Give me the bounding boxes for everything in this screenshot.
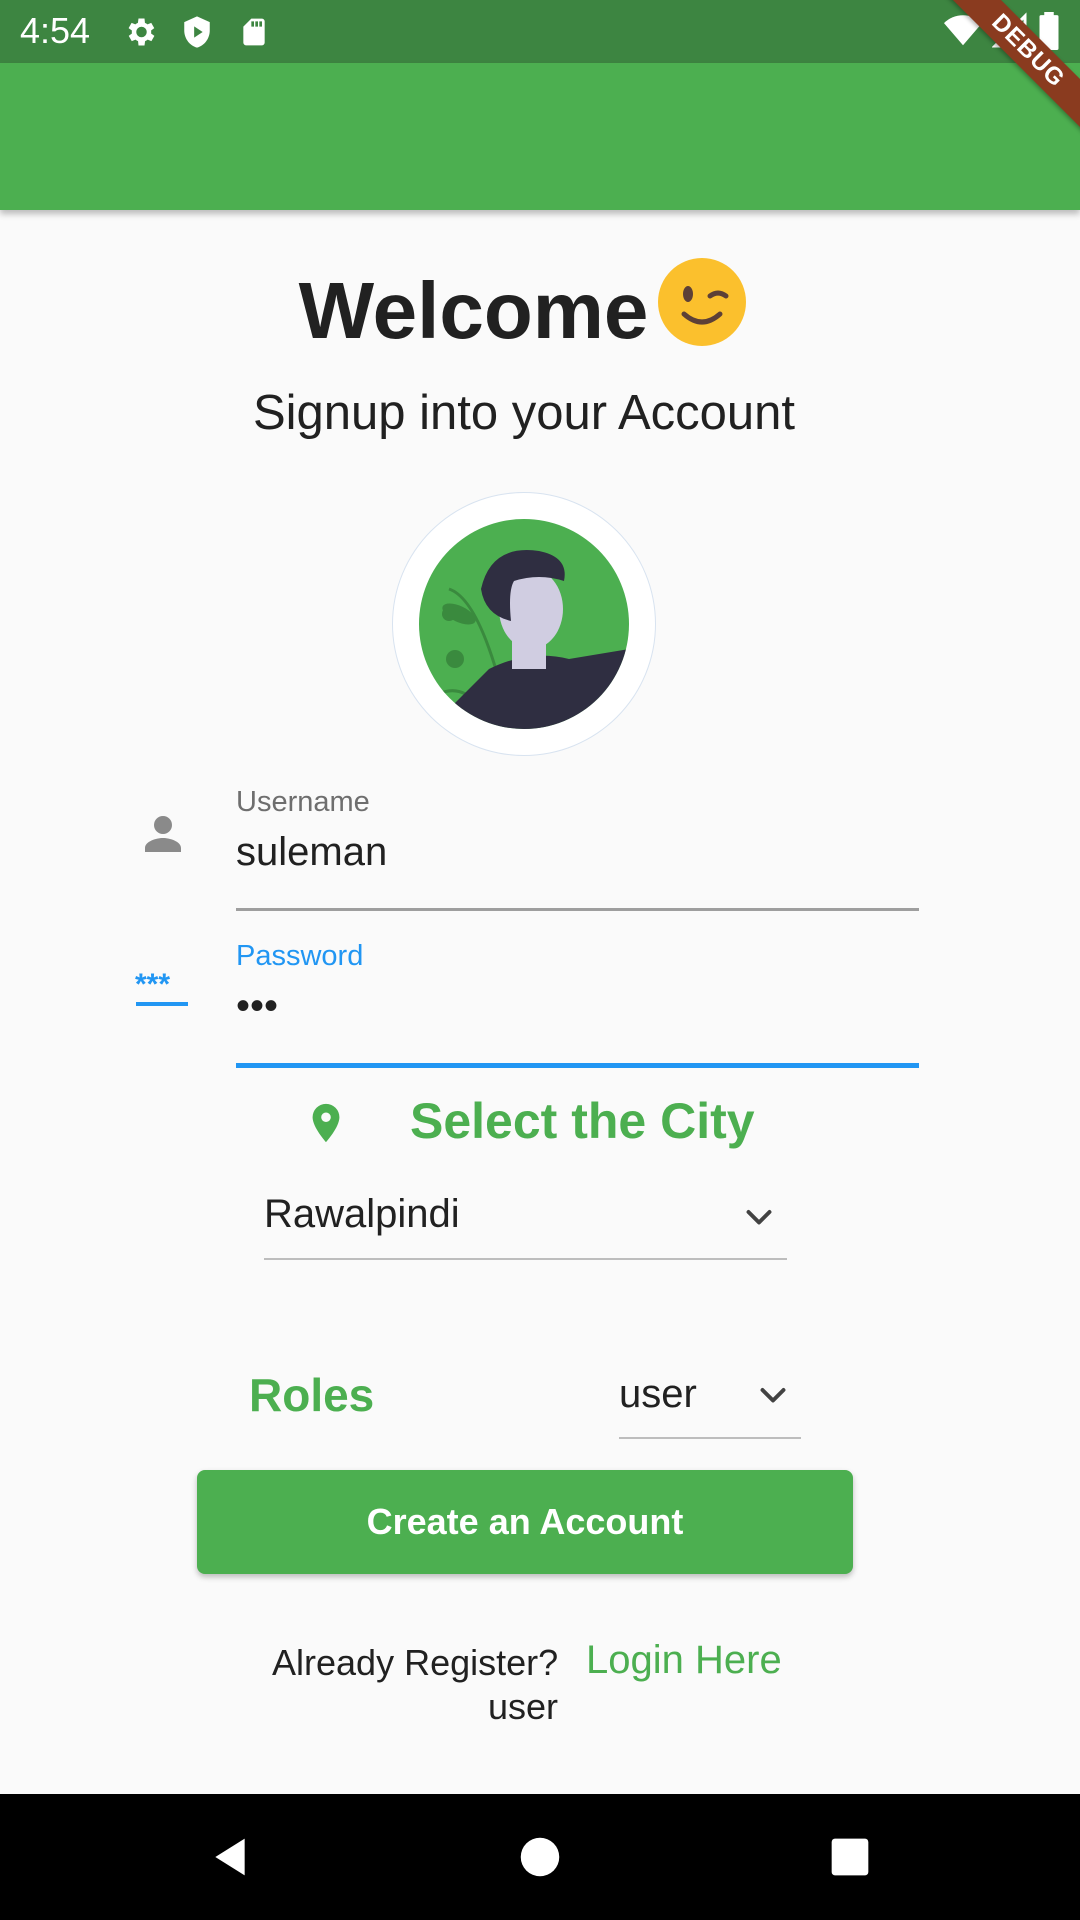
winking-face-icon: [658, 258, 747, 346]
already-registered-text: Already Register?: [272, 1642, 559, 1683]
roles-label: Roles: [249, 1369, 375, 1421]
recents-icon[interactable]: [810, 1794, 890, 1920]
gear-icon: [122, 12, 158, 57]
svg-text:***: ***: [135, 970, 170, 1001]
password-underline: [236, 1063, 919, 1068]
person-icon: [139, 808, 187, 865]
app-bar: [0, 63, 1080, 210]
password-field[interactable]: •••: [236, 984, 278, 1029]
city-dropdown[interactable]: Rawalpindi: [264, 1180, 787, 1260]
roles-dropdown[interactable]: user: [619, 1360, 801, 1440]
username-underline: [236, 908, 919, 911]
status-time: 4:54: [20, 10, 91, 51]
password-icon: ***: [133, 968, 193, 1015]
city-dropdown-value: Rawalpindi: [264, 1192, 460, 1236]
chevron-down-icon: [755, 1378, 791, 1419]
signup-subtitle: Signup into your Account: [252, 386, 796, 440]
signup-screen: 4:54 DEBUG Welcome Signup into your Acco…: [0, 0, 1080, 1920]
create-account-button[interactable]: Create an Account: [197, 1470, 853, 1574]
back-icon[interactable]: [190, 1794, 270, 1920]
location-pin-icon: [303, 1094, 349, 1157]
city-title: Select the City: [410, 1093, 755, 1149]
shield-icon: [180, 12, 214, 57]
username-field[interactable]: suleman: [236, 830, 387, 875]
city-dropdown-underline: [264, 1258, 787, 1260]
password-label: Password: [236, 940, 364, 972]
sd-card-icon: [238, 12, 270, 57]
welcome-heading: Welcome: [0, 258, 1045, 357]
chevron-down-icon: [741, 1200, 777, 1241]
navigation-bar: [0, 1794, 1080, 1920]
roles-dropdown-underline: [619, 1437, 801, 1439]
login-here-link[interactable]: Login Here: [586, 1638, 782, 1683]
avatar-image: [419, 519, 629, 729]
avatar[interactable]: [393, 493, 655, 755]
selected-role-text: user: [488, 1686, 559, 1727]
status-bar: 4:54: [0, 0, 1080, 63]
roles-dropdown-value: user: [619, 1372, 697, 1416]
home-icon[interactable]: [500, 1794, 580, 1920]
welcome-text: Welcome: [298, 266, 649, 355]
username-label: Username: [236, 786, 370, 818]
